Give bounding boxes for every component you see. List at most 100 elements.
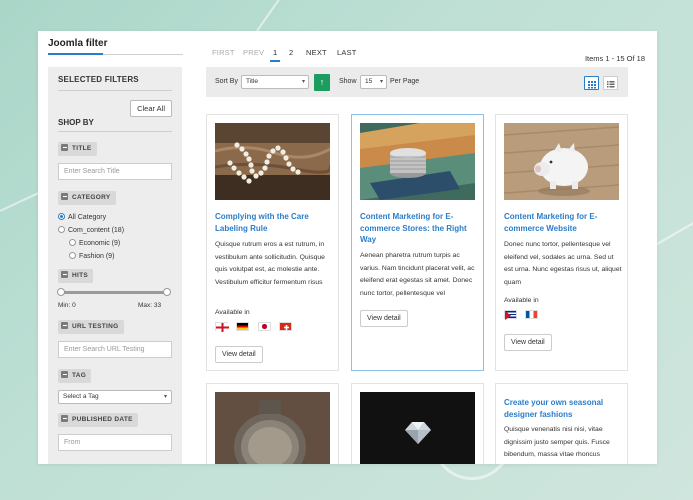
category-option-com-content[interactable]: Com_content (18) (58, 226, 124, 234)
option-label: Economic (9) (79, 240, 121, 247)
per-page-select[interactable]: 15 ▾ (360, 75, 387, 89)
product-image[interactable] (215, 123, 330, 200)
available-in-label: Available in (504, 297, 539, 304)
url-testing-search-input[interactable]: Enter Search URL Testing (58, 341, 172, 358)
select-value: 15 (365, 78, 373, 85)
pager-last[interactable]: LAST (337, 48, 357, 57)
pager-page-1[interactable]: 1 (273, 48, 277, 57)
diamond-image (360, 392, 475, 464)
filter-label-text: CATEGORY (72, 194, 111, 201)
collapse-icon (61, 415, 68, 422)
sort-by-select[interactable]: Title ▾ (241, 75, 309, 89)
view-detail-button[interactable]: View detail (360, 310, 408, 327)
product-image[interactable] (215, 392, 330, 464)
radio-icon (58, 226, 65, 233)
listing-toolbar: Sort By Title ▾ ↑ Show 15 ▾ Per Page (206, 67, 628, 97)
module-title-underline (48, 53, 183, 55)
category-option-economic[interactable]: Economic (9) (69, 239, 120, 247)
per-page-label: Per Page (390, 78, 420, 85)
france-flag-icon (525, 310, 539, 319)
option-label: Fashion (9) (79, 253, 115, 260)
view-detail-button[interactable]: View detail (504, 334, 552, 351)
clear-all-button[interactable]: Clear All (130, 100, 172, 117)
select-value: Title (246, 78, 259, 85)
grid-view-button[interactable] (584, 76, 599, 90)
chevron-down-icon: ▾ (379, 79, 383, 85)
product-title[interactable]: Content Marketing for E-commerce Stores:… (360, 211, 476, 246)
view-detail-button[interactable]: View detail (215, 346, 263, 363)
title-search-input[interactable]: Enter Search Title (58, 163, 172, 180)
filter-label-text: PUBLISHED DATE (72, 416, 133, 423)
arrow-up-icon: ↑ (319, 77, 325, 87)
sort-by-label: Sort By (215, 78, 238, 85)
switzerland-flag-icon (279, 322, 293, 331)
product-card (351, 383, 484, 464)
product-card: Create your own seasonal designer fashio… (495, 383, 628, 464)
collapse-icon (61, 371, 68, 378)
filter-sidebar: SELECTED FILTERS Clear All SHOP BY TITLE… (48, 67, 182, 464)
product-image[interactable] (360, 123, 475, 200)
sort-direction-button[interactable]: ↑ (314, 74, 330, 91)
hits-min-handle[interactable] (57, 288, 65, 296)
items-count: Items 1 - 15 Of 18 (584, 54, 645, 63)
cuba-flag-icon (504, 310, 517, 320)
hits-max-handle[interactable] (163, 288, 171, 296)
coins-on-banknotes-image (360, 123, 475, 200)
product-image[interactable] (360, 392, 475, 464)
product-description: Donec nunc tortor, pellentesque vel elei… (504, 241, 622, 286)
list-icon (607, 81, 615, 88)
england-flag-icon (215, 322, 229, 332)
availability-flags (215, 322, 296, 332)
grid-icon (588, 81, 596, 89)
product-description: Quisque venenatis nisi nisi, vitae digni… (504, 426, 610, 458)
category-option-all[interactable]: All Category (58, 213, 106, 221)
pager-prev[interactable]: PREV (243, 48, 264, 57)
product-title[interactable]: Complying with the Care Labeling Rule (215, 211, 331, 234)
show-label: Show (339, 78, 357, 85)
filter-label-text: TAG (72, 372, 87, 379)
pager-page-2[interactable]: 2 (289, 48, 293, 57)
radio-selected-icon (58, 213, 65, 220)
hits-range-slider[interactable] (61, 291, 167, 294)
current-page-indicator (270, 60, 280, 62)
list-view-button[interactable] (603, 76, 618, 90)
option-label: Com_content (18) (68, 227, 125, 234)
product-description: Aenean pharetra rutrum turpis ac varius.… (360, 252, 475, 297)
title-filter-label[interactable]: TITLE (58, 142, 97, 156)
category-option-fashion[interactable]: Fashion (9) (69, 252, 114, 260)
filter-label-text: URL TESTING (72, 323, 119, 330)
hits-max-value: Max: 33 (138, 302, 162, 309)
product-card: Content Marketing for E-commerce Stores:… (351, 114, 484, 371)
module-title: Joomla filter (48, 38, 108, 49)
published-date-from-input[interactable]: From (58, 434, 172, 451)
tag-filter-label[interactable]: TAG (58, 369, 92, 383)
product-image[interactable] (504, 123, 619, 200)
collapse-icon (61, 193, 68, 200)
filter-module: Joomla filter SELECTED FILTERS Clear All… (38, 31, 657, 464)
hits-min-value: Min: 0 (58, 302, 76, 309)
category-filter-label[interactable]: CATEGORY (58, 191, 116, 205)
product-title[interactable]: Content Marketing for E-commerce Website (504, 211, 620, 234)
pager-next[interactable]: NEXT (306, 48, 327, 57)
pager-first[interactable]: FIRST (212, 48, 235, 57)
divider (58, 90, 172, 91)
availability-flags (504, 310, 542, 320)
available-in-label: Available in (215, 309, 250, 316)
chevron-down-icon: ▾ (163, 394, 167, 400)
published-date-filter-label[interactable]: PUBLISHED DATE (58, 413, 138, 427)
product-title[interactable]: Create your own seasonal designer fashio… (504, 397, 620, 420)
radio-icon (69, 239, 76, 246)
collapse-icon (61, 322, 68, 329)
germany-flag-icon (236, 322, 250, 331)
hits-filter-label[interactable]: HITS (58, 269, 94, 283)
select-value: Select a Tag (63, 393, 99, 400)
selected-filters-heading: SELECTED FILTERS (58, 75, 139, 84)
tag-select[interactable]: Select a Tag ▾ (58, 390, 172, 404)
product-description: Quisque rutrum eros a est rutrum, in ves… (215, 241, 325, 286)
filter-label-text: TITLE (72, 145, 92, 152)
filter-label-text: HITS (72, 272, 89, 279)
product-card: Content Marketing for E-commerce Website… (495, 114, 628, 371)
pearls-on-wood-image (215, 123, 330, 200)
url-testing-filter-label[interactable]: URL TESTING (58, 320, 124, 334)
collapse-icon (61, 271, 68, 278)
